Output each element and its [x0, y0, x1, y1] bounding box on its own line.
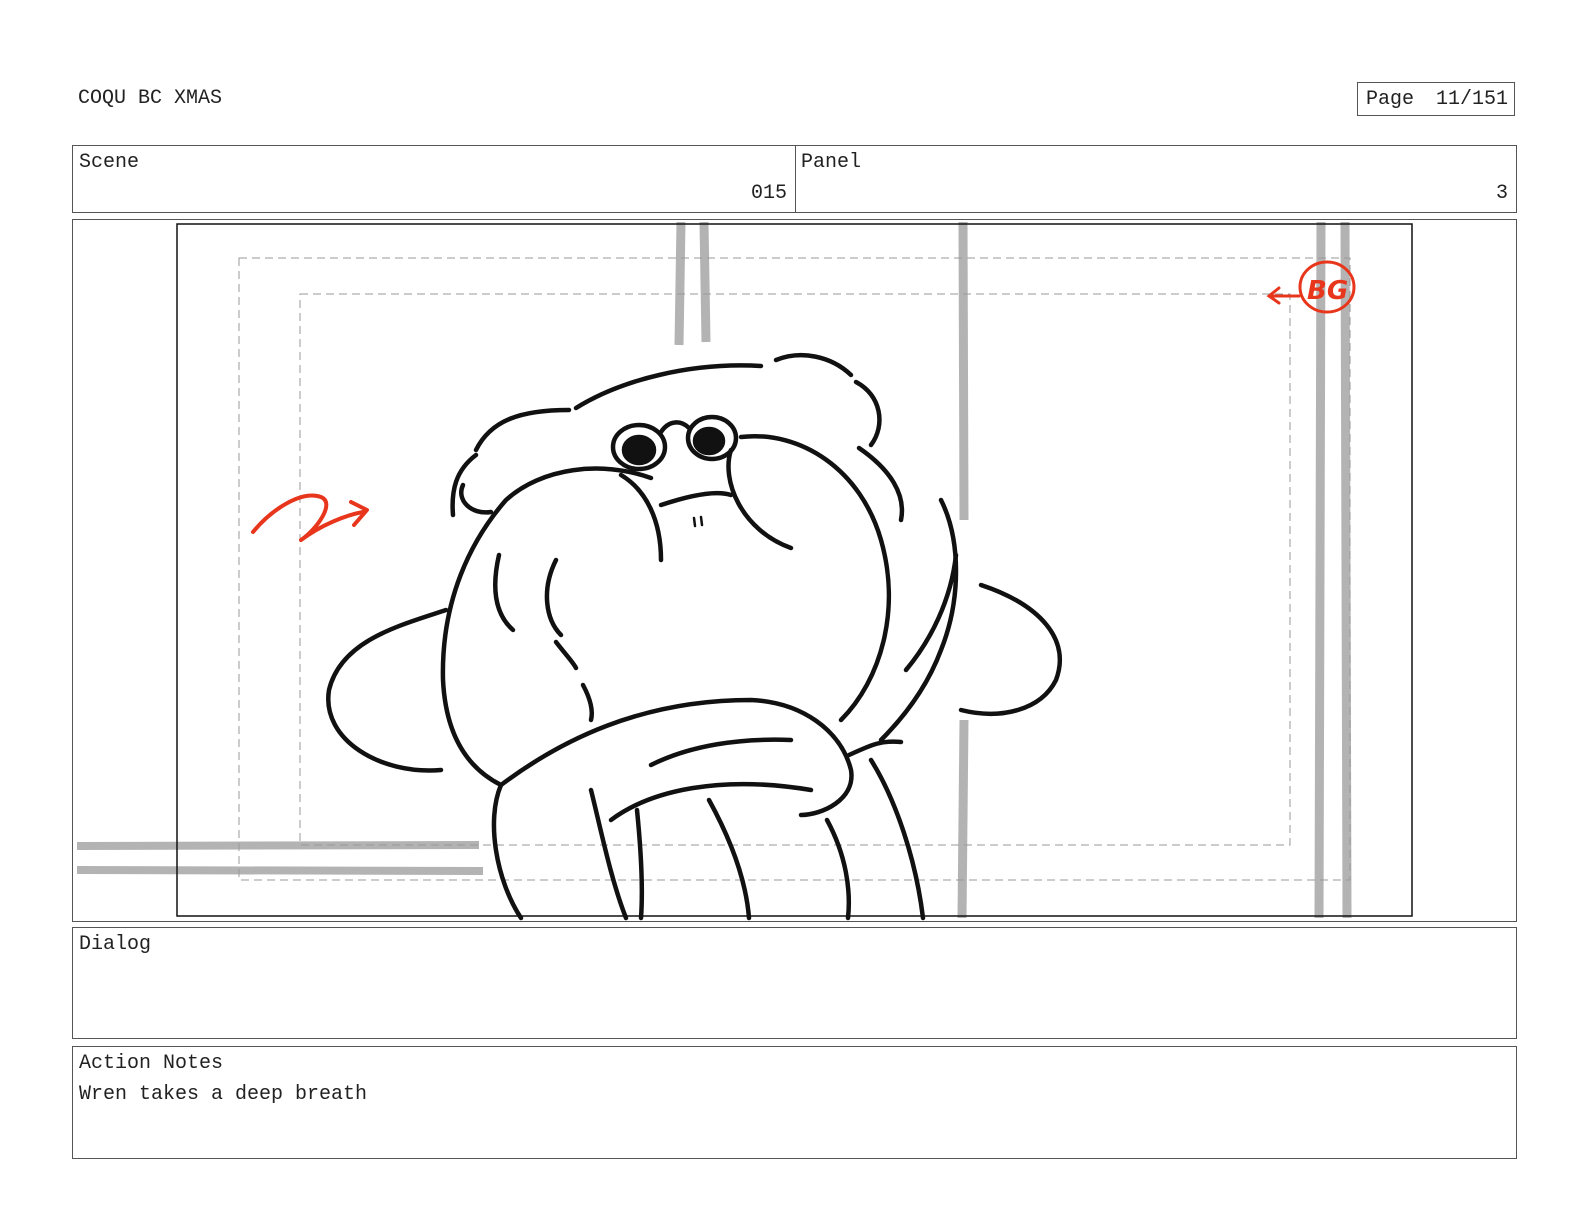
- dialog-section: Dialog: [72, 927, 1517, 1039]
- project-title: COQU BC XMAS: [78, 87, 223, 110]
- scene-cell: Scene 015: [73, 146, 796, 212]
- svg-text:BG: BG: [1307, 276, 1348, 306]
- title-safe-area: [299, 293, 1291, 846]
- action-notes-label: Action Notes: [79, 1052, 224, 1075]
- page-number: 11/151: [1436, 88, 1509, 111]
- panel-cell: Panel 3: [795, 146, 1516, 212]
- action-notes-section: Action Notes Wren takes a deep breath: [72, 1046, 1517, 1159]
- camera-frame: [176, 223, 1413, 917]
- dialog-label: Dialog: [79, 933, 152, 956]
- background-window-lines: [76, 221, 1352, 919]
- panel-label: Panel: [801, 151, 862, 174]
- scene-panel-header: Scene 015 Panel 3: [72, 145, 1517, 213]
- storyboard-panel-image: BG: [72, 219, 1517, 922]
- page-indicator: Page 11/151: [1357, 82, 1515, 116]
- camera-move-arrow: [251, 493, 369, 542]
- scene-number: 015: [750, 182, 787, 205]
- storyboard-drawing: BG: [76, 221, 1413, 921]
- action-notes-text: Wren takes a deep breath: [79, 1083, 368, 1106]
- character-sketch: [326, 352, 1063, 921]
- panel-number: 3: [1495, 182, 1508, 205]
- page-label: Page: [1366, 88, 1415, 111]
- scene-label: Scene: [79, 151, 140, 174]
